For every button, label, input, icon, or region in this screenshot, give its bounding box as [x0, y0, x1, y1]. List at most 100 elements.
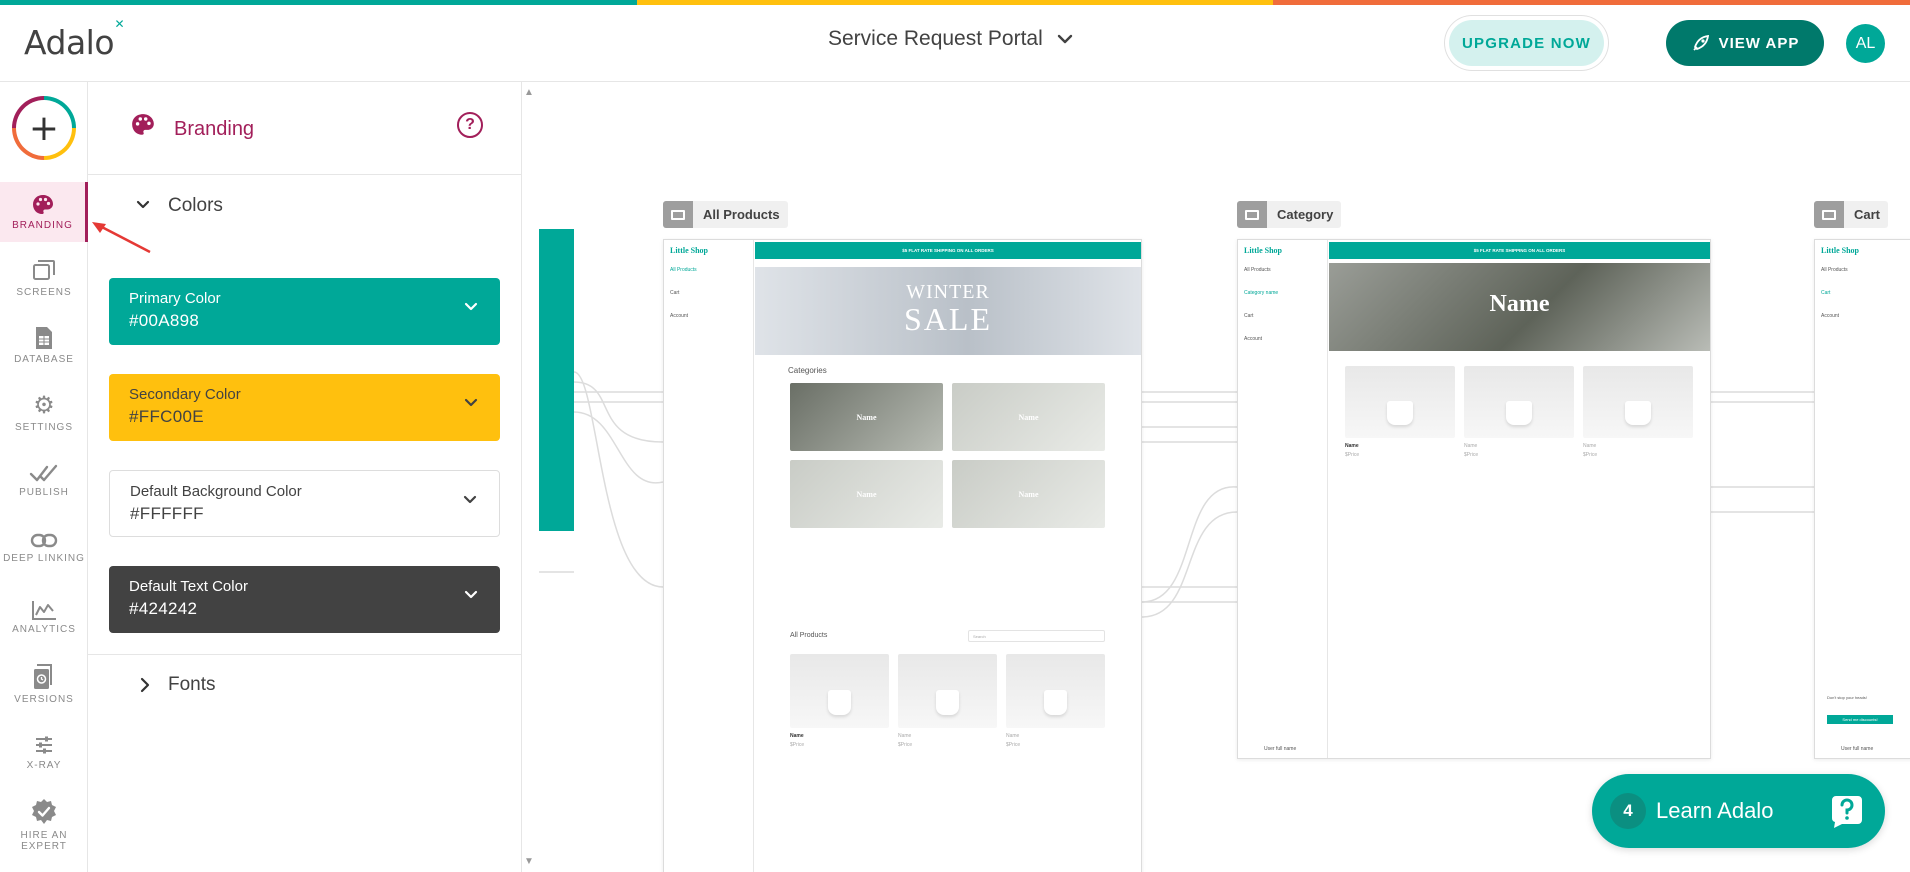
mini-nav-all-products: All Products	[670, 267, 697, 273]
adalo-logo[interactable]: Adalo ✕	[24, 17, 125, 62]
view-app-button[interactable]: VIEW APP	[1666, 20, 1824, 66]
chevron-down-icon	[136, 200, 150, 209]
color-label: Default Text Color	[129, 578, 248, 595]
mini-nav-all-products: All Products	[1244, 267, 1271, 273]
colors-section-title: Colors	[168, 195, 223, 216]
rail-item-publish[interactable]: PUBLISH	[0, 450, 88, 510]
mini-sidebar: Little Shop All Products Category name C…	[1238, 240, 1328, 758]
product-name: Name	[1006, 733, 1020, 739]
rail-item-settings[interactable]: ⚙ SETTINGS	[0, 382, 88, 442]
panel-title: Branding	[174, 118, 255, 140]
scroll-down-arrow-icon[interactable]: ▼	[524, 856, 534, 867]
mini-nav-cart: Cart	[670, 290, 680, 296]
all-products-heading: All Products	[790, 632, 828, 639]
color-label: Primary Color	[129, 290, 221, 307]
mini-brand: Little Shop	[1244, 246, 1283, 255]
rail-item-screens[interactable]: SCREENS	[0, 248, 88, 308]
palette-icon	[32, 195, 53, 214]
product-name: Name	[1345, 443, 1359, 449]
mini-brand: Little Shop	[1821, 246, 1860, 255]
search-placeholder: Search	[973, 634, 986, 639]
publish-check-icon	[29, 464, 58, 482]
chevron-down-icon	[464, 590, 478, 599]
color-value: #424242	[129, 599, 198, 618]
mini-shipping-banner: $5 FLAT RATE SHIPPING ON ALL ORDERS	[755, 242, 1141, 259]
rail-label-deep-linking: DEEP LINKING	[3, 553, 85, 564]
chevron-right-icon	[140, 677, 150, 693]
rail-label-analytics: ANALYTICS	[12, 624, 76, 635]
product-name: Name	[1464, 443, 1478, 449]
mini-nav-account: Account	[670, 313, 689, 319]
sliders-icon	[36, 736, 52, 754]
rail-item-hire-an-expert[interactable]: HIRE AN EXPERT	[0, 787, 88, 861]
product-name: Name	[898, 733, 912, 739]
analytics-icon	[32, 601, 56, 620]
winter-sale-hero: WINTER SALE	[755, 267, 1141, 355]
versions-icon	[34, 664, 52, 689]
rail-item-x-ray[interactable]: X-RAY	[0, 722, 88, 782]
product-image	[1006, 654, 1105, 728]
product-image	[1583, 366, 1693, 438]
mini-sidebar: Little Shop All Products Cart Account	[664, 240, 754, 872]
screen-tag-all-products[interactable]: All Products	[663, 201, 788, 228]
desktop-icon	[1237, 201, 1267, 228]
link-icon	[30, 533, 58, 548]
screen-all-products[interactable]: Little Shop All Products Cart Account $5…	[663, 239, 1142, 872]
rail-label-publish: PUBLISH	[19, 487, 69, 498]
screen-cart[interactable]: Little Shop All Products Cart Account Do…	[1814, 239, 1910, 759]
scroll-up-arrow-icon[interactable]: ▲	[524, 87, 534, 98]
learn-adalo-button[interactable]: 4 Learn Adalo	[1592, 774, 1885, 848]
rail-item-branding[interactable]: BRANDING	[0, 182, 88, 242]
top-header: Adalo ✕ Service Request Portal UPGRADE N…	[0, 5, 1910, 82]
mini-nav-account: Account	[1244, 336, 1263, 342]
product-image	[1345, 366, 1455, 438]
rail-item-versions[interactable]: VERSIONS	[0, 654, 88, 714]
learn-adalo-label: Learn Adalo	[1656, 798, 1774, 823]
secondary-color-picker[interactable]: Secondary Color #FFC00E	[109, 374, 500, 441]
screen-tag-category[interactable]: Category	[1237, 201, 1342, 228]
add-component-button[interactable]: +	[12, 96, 76, 160]
mini-shipping-banner: $5 FLAT RATE SHIPPING ON ALL ORDERS	[1329, 242, 1710, 259]
rail-item-database[interactable]: DATABASE	[0, 315, 88, 375]
background-color-picker[interactable]: Default Background Color #FFFFFF	[109, 470, 500, 537]
categories-heading: Categories	[788, 366, 827, 375]
screen-tag-cart[interactable]: Cart	[1814, 201, 1889, 228]
category-tile: Name	[952, 383, 1105, 451]
text-color-picker[interactable]: Default Text Color #424242	[109, 566, 500, 633]
rail-label-database: DATABASE	[14, 354, 74, 365]
chevron-down-icon	[464, 302, 478, 311]
cart-promo-button: Send me discounts!	[1827, 715, 1893, 724]
help-icon[interactable]: ?	[457, 112, 483, 138]
rail-label-hire-an-expert: HIRE AN EXPERT	[20, 829, 68, 852]
rail-item-deep-linking[interactable]: DEEP LINKING	[0, 518, 88, 578]
product-price: $Price	[1345, 452, 1360, 458]
annotation-arrow-icon	[92, 222, 151, 254]
product-price: $Price	[790, 742, 805, 748]
partial-screen-left[interactable]	[539, 229, 574, 531]
screen-category[interactable]: Little Shop All Products Category name C…	[1237, 239, 1711, 759]
palette-icon	[132, 114, 154, 135]
project-selector[interactable]: Service Request Portal	[828, 27, 1073, 51]
rail-label-branding: BRANDING	[12, 220, 73, 231]
expert-badge-icon	[32, 798, 56, 824]
user-avatar[interactable]: AL	[1846, 24, 1885, 63]
product-image	[790, 654, 889, 728]
mini-nav-account: Account	[1821, 313, 1840, 319]
help-chat-icon	[1831, 796, 1862, 828]
fonts-section-toggle[interactable]: Fonts	[88, 655, 522, 715]
screens-icon	[33, 260, 55, 280]
mini-search-input: Search	[968, 630, 1105, 642]
chevron-down-icon	[1057, 34, 1072, 44]
category-tile: Name	[952, 460, 1105, 528]
mini-user-name: User full name	[1841, 746, 1874, 752]
color-label: Secondary Color	[129, 386, 241, 403]
plus-icon: +	[16, 100, 72, 156]
screens-canvas[interactable]: All Products Little Shop All Products Ca…	[539, 82, 1910, 872]
rail-item-analytics[interactable]: ANALYTICS	[0, 587, 88, 647]
database-icon	[36, 327, 52, 349]
panel-header: Branding ?	[88, 82, 522, 175]
learn-count-badge: 4	[1610, 793, 1646, 829]
screen-name: All Products	[703, 207, 780, 222]
upgrade-now-button[interactable]: UPGRADE NOW	[1449, 20, 1604, 66]
primary-color-picker[interactable]: Primary Color #00A898	[109, 278, 500, 345]
